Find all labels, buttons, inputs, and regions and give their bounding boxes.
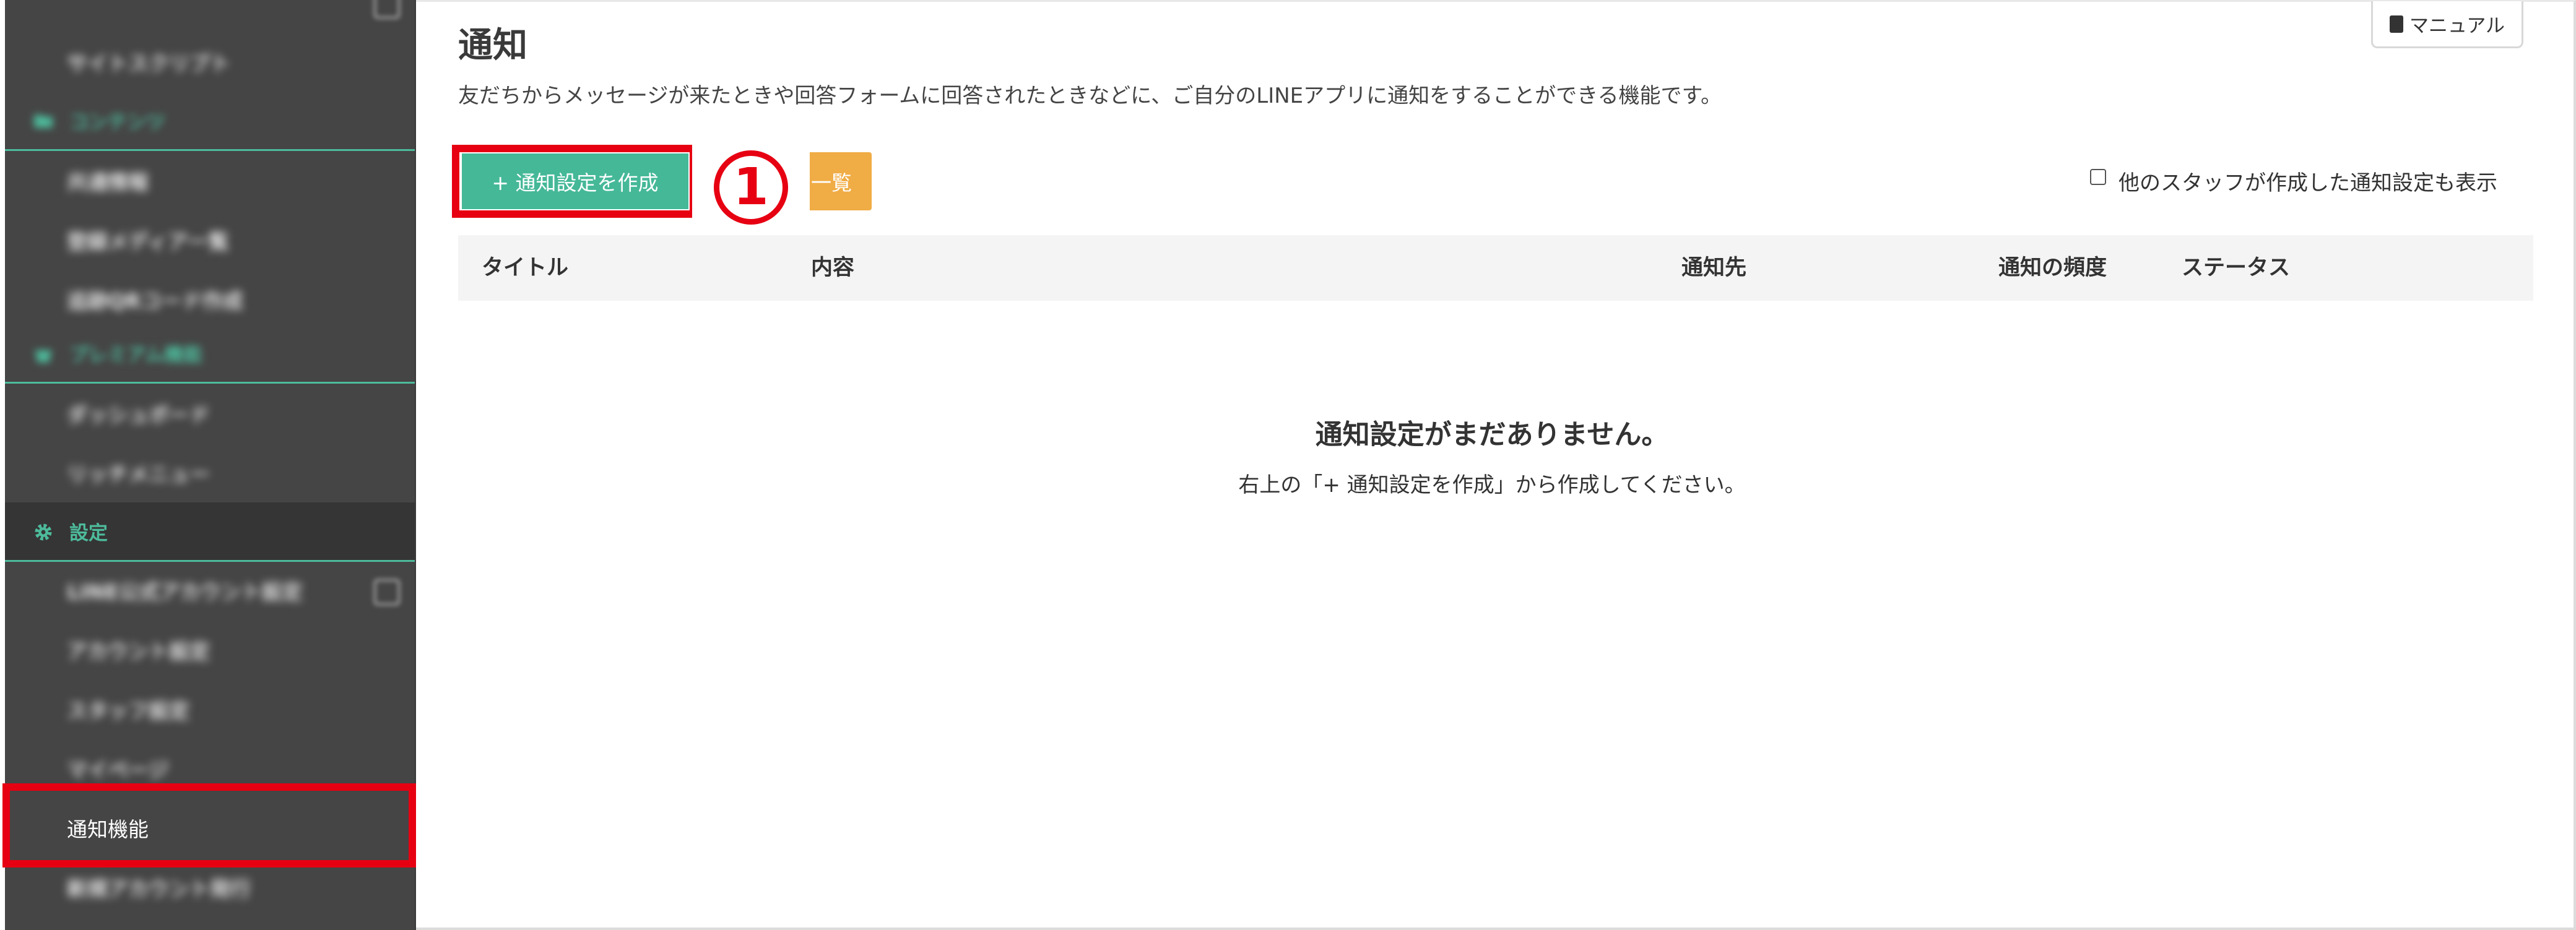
sidebar-item-common-info[interactable]: 共通情報 xyxy=(5,151,416,210)
sidebar-section-settings: 設定 xyxy=(5,502,416,562)
column-header-status: ステータス xyxy=(2182,256,2291,280)
notification-list-button[interactable]: 一覧 xyxy=(802,152,872,210)
sidebar-section-premium: プレミアム機能 xyxy=(5,324,416,384)
sidebar-item-label: 登録メディア一覧 xyxy=(67,230,229,254)
folder-icon xyxy=(34,114,53,128)
column-header-title: タイトル xyxy=(482,256,569,280)
table-header: タイトル 内容 通知先 通知の頻度 ステータス xyxy=(458,235,2533,301)
gear-icon xyxy=(35,523,52,541)
sidebar-item-label: リッチメニュー xyxy=(67,462,210,486)
gift-icon xyxy=(35,350,52,363)
page-description: 友だちからメッセージが来たときや回答フォームに回答されたときなどに、ご自分のLI… xyxy=(458,84,1722,108)
sidebar-item-notifications[interactable]: 通知機能 xyxy=(5,798,416,858)
sidebar-item-label: LINE公式アカウント設定 xyxy=(67,580,303,604)
sidebar-item-account-settings[interactable]: アカウント設定 xyxy=(5,620,416,679)
create-notification-button[interactable]: + 通知設定を作成 xyxy=(462,153,688,209)
book-icon xyxy=(2389,15,2403,33)
sidebar-item-rich-menu[interactable]: リッチメニュー xyxy=(5,443,416,502)
sidebar-item-label: マイページ xyxy=(67,758,169,782)
sidebar: サイトスクリプト コンテンツ 共通情報 登録メディア一覧 追跡QRコード作成 プ… xyxy=(5,0,416,930)
sidebar-item-label: 通知機能 xyxy=(67,817,149,842)
badge-icon xyxy=(374,0,400,19)
sidebar-item-label: サイトスクリプト xyxy=(67,51,230,75)
show-other-staff-toggle[interactable]: 他のスタッフが作成した通知設定も表示 xyxy=(2090,162,2497,199)
sidebar-item-analytics[interactable] xyxy=(5,0,416,30)
sidebar-item-site-script[interactable]: サイトスクリプト xyxy=(5,32,416,92)
manual-button[interactable]: マニュアル xyxy=(2371,1,2523,48)
sidebar-item-label: 追跡QRコード作成 xyxy=(67,289,243,313)
sidebar-item-tracking-qr[interactable]: 追跡QRコード作成 xyxy=(5,270,416,329)
sidebar-section-contents: コンテンツ xyxy=(5,92,416,151)
sidebar-item-media-list[interactable]: 登録メディア一覧 xyxy=(5,210,416,270)
sidebar-item-label: 新規アカウント発行 xyxy=(67,877,251,901)
empty-state-description: 右上の「+ 通知設定を作成」から作成してください。 xyxy=(1238,473,1746,497)
empty-state-title: 通知設定がまだありません。 xyxy=(1315,419,1669,450)
show-other-staff-checkbox[interactable] xyxy=(2090,169,2106,185)
sidebar-item-my-page[interactable]: マイページ xyxy=(5,739,416,798)
sidebar-item-staff-settings[interactable]: スタッフ設定 xyxy=(5,679,416,739)
sidebar-item-label: スタッフ設定 xyxy=(67,699,189,723)
external-link-icon xyxy=(374,579,400,605)
page-title: 通知 xyxy=(458,25,527,66)
sidebar-item-line-account-settings[interactable]: LINE公式アカウント設定 xyxy=(5,561,416,620)
sidebar-item-label: 共通情報 xyxy=(67,170,149,194)
step-marker: 1 xyxy=(692,135,810,240)
column-header-destination: 通知先 xyxy=(1681,256,1747,280)
sidebar-item-label: アカウント設定 xyxy=(67,639,210,663)
sidebar-item-new-account[interactable]: 新規アカウント発行 xyxy=(5,858,416,917)
sidebar-item-dashboard[interactable]: ダッシュボード xyxy=(5,384,416,443)
column-header-frequency: 通知の頻度 xyxy=(1998,256,2107,280)
column-header-content: 内容 xyxy=(811,256,855,280)
sidebar-item-label: ダッシュボード xyxy=(67,403,210,427)
